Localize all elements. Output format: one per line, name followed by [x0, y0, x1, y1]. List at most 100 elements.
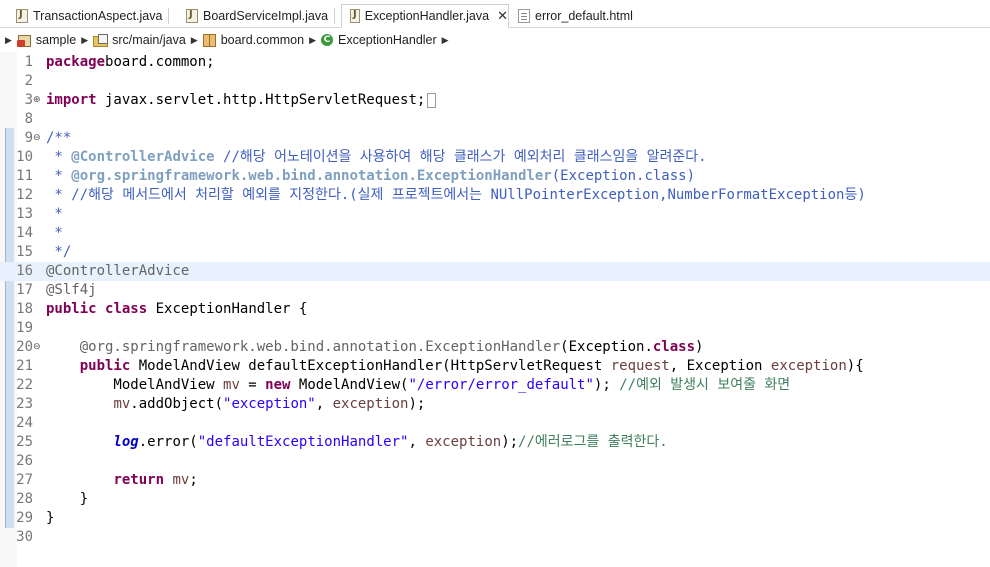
code-line[interactable]: 2 [0, 72, 990, 91]
breadcrumb-item-package[interactable]: board.common [202, 33, 305, 47]
code-line[interactable]: 16 @ControllerAdvice [0, 262, 990, 281]
code-token: ModelAndView defaultExceptionHandler(Htt… [130, 358, 611, 374]
code-token: /** [46, 130, 72, 146]
collapse-fold-icon[interactable]: ⊖ [33, 338, 41, 357]
expand-fold-icon[interactable]: ⊕ [33, 91, 41, 110]
breadcrumb-item-project[interactable]: sample [16, 33, 76, 47]
code-line[interactable]: 15 */ [0, 243, 990, 262]
code-line[interactable]: 24 [0, 414, 990, 433]
code-token: log [113, 434, 139, 450]
breadcrumb-arrow-icon[interactable]: ▶ [442, 35, 449, 46]
code-line[interactable]: 13 * [0, 205, 990, 224]
code-token: ); [408, 396, 426, 412]
breadcrumb: ▶ sample ▶ src/main/java ▶ board.common … [0, 29, 990, 51]
collapse-fold-icon[interactable]: ⊖ [33, 129, 41, 148]
code-line[interactable]: 18 public class ExceptionHandler { [0, 300, 990, 319]
code-line[interactable]: 10 * @ControllerAdvice //해당 어노테이션을 사용하여 … [0, 148, 990, 167]
code-line[interactable]: 9 ⊖ /** [0, 129, 990, 148]
code-token: } [46, 491, 89, 507]
line-number: 23 [16, 396, 33, 412]
line-number: 21 [16, 358, 33, 374]
code-token: //예외 발생시 보여줄 화면 [619, 377, 791, 393]
code-line[interactable]: 27 return mv; [0, 471, 990, 490]
line-number: 16 [16, 263, 33, 279]
breadcrumb-arrow-icon[interactable]: ▶ [81, 35, 88, 46]
tab-label: ExceptionHandler.java [364, 9, 490, 23]
code-text: */ [46, 243, 71, 262]
code-line[interactable]: 20 ⊖ @org.springframework.web.bind.annota… [0, 338, 990, 357]
code-token: * [46, 225, 63, 241]
code-text: @Slf4j [46, 281, 97, 300]
close-tab-icon[interactable]: ✕ [497, 8, 508, 24]
code-token: (Exception.class) [551, 168, 696, 184]
project-icon [16, 34, 31, 47]
code-line[interactable]: 12 * //해당 메서드에서 처리할 예외를 지정한다.(실제 프로젝트에서는… [0, 186, 990, 205]
code-token: , [408, 434, 426, 450]
code-token: @ControllerAdvice [71, 149, 215, 165]
line-number: 3 [24, 92, 33, 108]
source-folder-icon [93, 34, 109, 47]
breadcrumb-arrow-icon[interactable]: ▶ [191, 35, 198, 46]
code-line[interactable]: 8 [0, 110, 990, 129]
code-token: "defaultExceptionHandler" [197, 434, 409, 450]
code-line[interactable]: 23 mv.addObject("exception", exception); [0, 395, 990, 414]
code-line[interactable]: 29} [0, 509, 990, 528]
breadcrumb-item-source-folder[interactable]: src/main/java [93, 33, 186, 47]
code-line[interactable]: 1 packageboard.common; [0, 53, 990, 72]
code-line[interactable]: 30 [0, 528, 990, 547]
package-icon [202, 33, 216, 47]
line-number: 30 [16, 529, 33, 545]
line-number: 28 [16, 491, 33, 507]
code-text: return mv; [46, 471, 197, 490]
code-editor[interactable]: 1 packageboard.common; 2 3 ⊕ import javax.ser… [0, 52, 990, 567]
code-line[interactable]: 21 public ModelAndView defaultExceptionH… [0, 357, 990, 376]
code-token: "exception" [223, 396, 316, 412]
code-line[interactable]: 14 * [0, 224, 990, 243]
breadcrumb-label: src/main/java [112, 33, 186, 47]
code-line[interactable]: 28 } [0, 490, 990, 509]
code-text: * [46, 205, 62, 224]
code-token: ModelAndView [46, 377, 224, 393]
tab-exception-handler[interactable]: ExceptionHandler.java ✕ [341, 4, 509, 28]
code-token: public [46, 301, 97, 317]
code-token: @Slf4j [46, 282, 97, 298]
breadcrumb-label: board.common [220, 33, 305, 47]
code-line[interactable]: 25 log.error("defaultExceptionHandler", … [0, 433, 990, 452]
code-line[interactable]: 26 [0, 452, 990, 471]
code-text: @org.springframework.web.bind.annotation… [46, 338, 704, 357]
folded-imports-marker[interactable] [427, 92, 437, 108]
line-number: 29 [16, 510, 33, 526]
tab-board-service-impl[interactable]: BoardServiceImpl.java [178, 4, 328, 28]
java-file-icon [16, 9, 28, 23]
code-text: public ModelAndView defaultExceptionHand… [46, 357, 864, 376]
tab-separator [334, 8, 335, 24]
code-token: * [46, 168, 72, 184]
code-text: public class ExceptionHandler { [46, 300, 307, 319]
breadcrumb-arrow-icon[interactable]: ▶ [309, 35, 316, 46]
line-number: 15 [16, 244, 33, 260]
code-token: new [265, 377, 291, 393]
line-number: 26 [16, 453, 33, 469]
breadcrumb-item-class[interactable]: C ExceptionHandler [321, 33, 437, 47]
code-token: * //해당 메서드에서 처리할 예외를 지정한다.(실제 프로젝트에서는 NU… [46, 187, 866, 203]
code-token: } [46, 510, 55, 526]
line-number: 25 [16, 434, 33, 450]
code-text: import javax.servlet.http.HttpServletReq… [46, 91, 437, 110]
code-token: mv [113, 396, 131, 412]
code-text: * [46, 224, 63, 243]
breadcrumb-arrow-icon[interactable]: ▶ [5, 35, 12, 46]
code-line[interactable]: 19 [0, 319, 990, 338]
tab-error-default[interactable]: error_default.html [510, 4, 633, 28]
code-token: class [652, 339, 696, 355]
code-line[interactable]: 11 * @org.springframework.web.bind.annot… [0, 167, 990, 186]
code-token: , [315, 396, 333, 412]
tab-label: BoardServiceImpl.java [203, 9, 329, 23]
code-line[interactable]: 17 @Slf4j [0, 281, 990, 300]
tab-transaction-aspect[interactable]: TransactionAspect.java [8, 4, 162, 28]
tab-separator [168, 8, 169, 24]
code-line[interactable]: 22 ModelAndView mv = new ModelAndView("/… [0, 376, 990, 395]
code-line[interactable]: 3 ⊕ import javax.servlet.http.HttpServletR… [0, 91, 990, 110]
code-token: @org.springframework.web.bind.annotation… [71, 168, 552, 184]
